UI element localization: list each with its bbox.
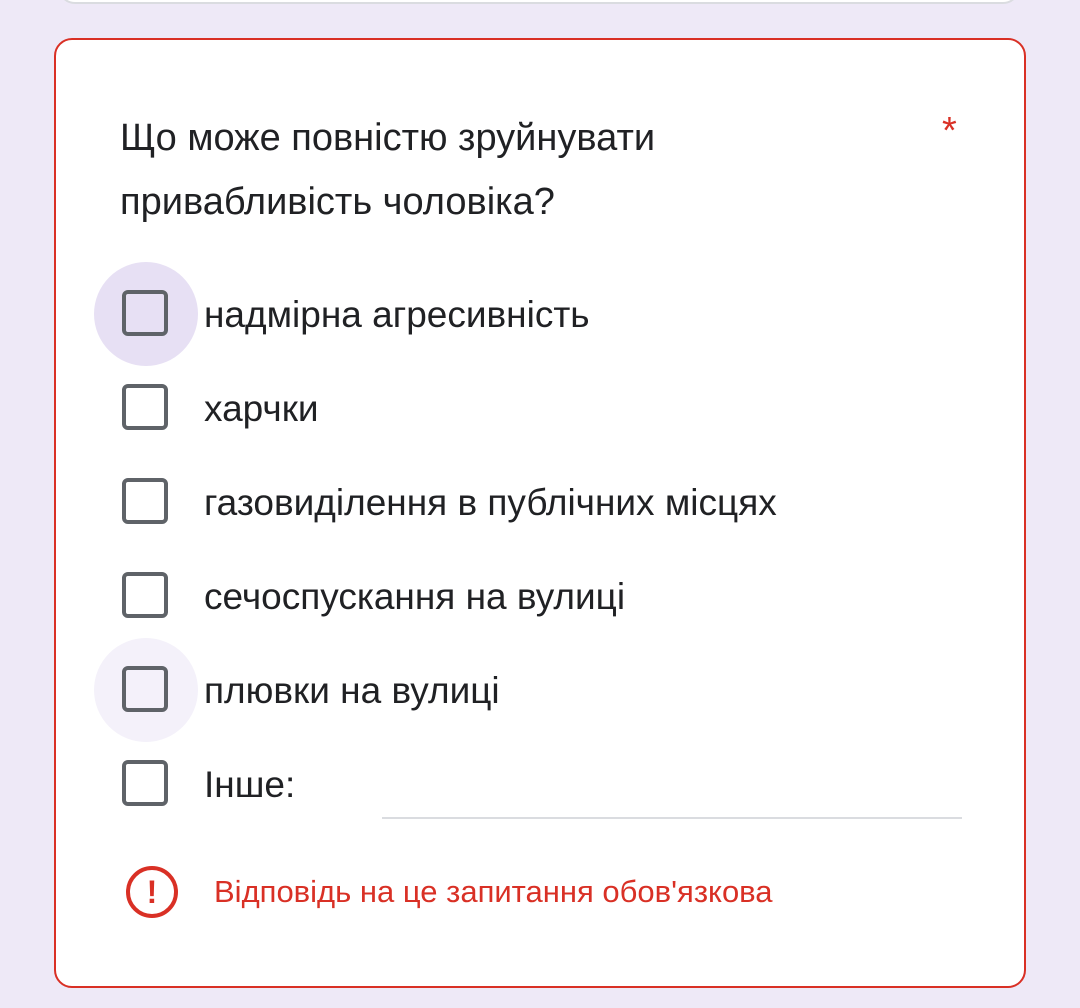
- option-flatulence[interactable]: газовиділення в публічних місцях: [94, 458, 974, 552]
- option-label[interactable]: сечоспускання на вулиці: [204, 552, 625, 642]
- alert-circle-icon: !: [126, 866, 178, 918]
- option-label[interactable]: газовиділення в публічних місцях: [204, 458, 777, 548]
- checkbox[interactable]: [122, 478, 168, 524]
- other-answer-input[interactable]: [382, 817, 962, 819]
- checkbox[interactable]: [122, 760, 168, 806]
- option-label[interactable]: Інше:: [204, 740, 295, 830]
- option-aggression[interactable]: надмірна агресивність: [94, 262, 974, 366]
- checkbox[interactable]: [122, 290, 168, 336]
- option-urinating-outside[interactable]: сечоспускання на вулиці: [94, 552, 974, 646]
- checkbox[interactable]: [122, 572, 168, 618]
- option-spitting[interactable]: плювки на вулиці: [94, 638, 974, 742]
- option-label[interactable]: харчки: [204, 364, 319, 454]
- previous-question-card: [58, 0, 1020, 4]
- checkbox[interactable]: [122, 666, 168, 712]
- question-card: Що може повністю зруйнувати привабливіст…: [54, 38, 1026, 988]
- checkbox[interactable]: [122, 384, 168, 430]
- option-label[interactable]: плювки на вулиці: [204, 646, 500, 736]
- option-spitting-phlegm[interactable]: харчки: [94, 364, 974, 458]
- question-title: Що може повністю зруйнувати привабливіст…: [120, 117, 656, 223]
- required-asterisk: *: [942, 110, 957, 152]
- option-label[interactable]: надмірна агресивність: [204, 270, 590, 360]
- option-other[interactable]: Інше:: [94, 740, 974, 834]
- required-error-message: Відповідь на це запитання обов'язкова: [214, 874, 773, 909]
